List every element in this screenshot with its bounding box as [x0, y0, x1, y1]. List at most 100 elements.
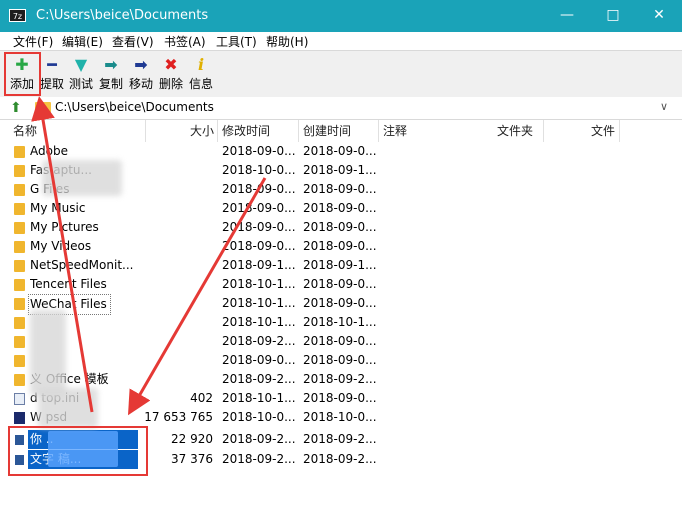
test-button[interactable]: ▼ 测试 — [67, 53, 95, 95]
info-label: 信息 — [188, 77, 213, 91]
info-button[interactable]: i 信息 — [187, 53, 215, 95]
close-button[interactable]: ✕ — [636, 0, 682, 32]
copy-arrow-icon: ➡ — [104, 55, 118, 74]
file-modified: 2018-10-1... — [222, 315, 296, 329]
list-item[interactable]: 2018-10-1... 2018-10-1... — [0, 313, 682, 332]
list-item[interactable]: Adobe 2018-09-0... 2018-09-0... — [0, 142, 682, 161]
extract-button[interactable]: ━ 提取 — [38, 53, 66, 95]
col-separator[interactable] — [543, 120, 544, 142]
info-icon: i — [197, 55, 205, 74]
file-name: My Videos — [30, 239, 92, 253]
address-bar: ⬆ C:\Users\beice\Documents ∨ — [0, 97, 682, 120]
delete-label: 删除 — [158, 77, 183, 91]
file-modified: 2018-10-1... — [222, 296, 296, 310]
folder-icon — [14, 203, 25, 215]
file-created: 2018-09-0... — [303, 277, 377, 291]
list-item[interactable]: NetSpeedMonit... 2018-09-1... 2018-09-1.… — [0, 256, 682, 275]
file-created: 2018-09-0... — [303, 201, 377, 215]
file-created: 2018-10-0... — [303, 410, 377, 424]
file-modified: 2018-09-0... — [222, 239, 296, 253]
minus-icon: ━ — [47, 55, 57, 74]
file-modified: 2018-09-0... — [222, 201, 296, 215]
file-modified: 2018-09-2... — [222, 452, 296, 466]
file-modified: 2018-09-0... — [222, 220, 296, 234]
menu-tools[interactable]: 工具(T) — [216, 33, 257, 50]
col-separator[interactable] — [145, 120, 146, 142]
col-folders[interactable]: 文件夹 — [497, 120, 533, 142]
file-created: 2018-09-0... — [303, 391, 377, 405]
list-item[interactable]: 2018-09-0... 2018-09-0... — [0, 351, 682, 370]
col-separator[interactable] — [619, 120, 620, 142]
list-item[interactable]: WeChat Files 2018-10-1... 2018-09-0... — [0, 294, 682, 315]
file-name: Adobe — [30, 144, 68, 158]
folder-icon — [14, 317, 25, 329]
file-modified: 2018-09-1... — [222, 258, 296, 272]
delete-icon: ✖ — [164, 55, 178, 74]
file-size: 402 — [190, 391, 213, 405]
chevron-down-icon[interactable]: ∨ — [660, 100, 668, 113]
col-created[interactable]: 创建时间 — [303, 120, 351, 142]
redaction-blur — [42, 160, 122, 196]
folder-icon — [14, 355, 25, 367]
col-separator[interactable] — [298, 120, 299, 142]
file-modified: 2018-10-1... — [222, 277, 296, 291]
move-label: 移动 — [128, 77, 153, 91]
file-modified: 2018-09-0... — [222, 182, 296, 196]
file-created: 2018-09-0... — [303, 220, 377, 234]
menu-edit[interactable]: 编辑(E) — [62, 33, 103, 50]
col-separator[interactable] — [378, 120, 379, 142]
col-comment[interactable]: 注释 — [383, 120, 407, 142]
list-item[interactable]: W psd 17 653 765 2018-10-0... 2018-10-0.… — [0, 408, 682, 427]
file-created: 2018-09-1... — [303, 258, 377, 272]
file-modified: 2018-09-2... — [222, 432, 296, 446]
file-name: My Pictures — [30, 220, 99, 234]
col-files[interactable]: 文件 — [591, 120, 615, 142]
file-modified: 2018-09-2... — [222, 334, 296, 348]
list-item[interactable]: My Pictures 2018-09-0... 2018-09-0... — [0, 218, 682, 237]
file-icon — [14, 393, 25, 405]
folder-icon — [14, 222, 25, 234]
file-modified: 2018-09-0... — [222, 353, 296, 367]
redaction-blur — [38, 388, 98, 428]
up-folder-icon[interactable]: ⬆ — [10, 100, 24, 116]
col-name[interactable]: 名称 — [13, 120, 37, 142]
copy-label: 复制 — [98, 77, 123, 91]
list-item[interactable]: My Videos 2018-09-0... 2018-09-0... — [0, 237, 682, 256]
list-item[interactable]: Tencent Files 2018-10-1... 2018-09-0... — [0, 275, 682, 294]
file-name: NetSpeedMonit... — [30, 258, 134, 272]
file-modified: 2018-10-0... — [222, 163, 296, 177]
file-created: 2018-09-0... — [303, 239, 377, 253]
folder-icon — [14, 184, 25, 196]
menu-file[interactable]: 文件(F) — [13, 33, 53, 50]
file-created: 2018-09-2... — [303, 432, 377, 446]
folder-icon — [14, 336, 25, 348]
check-icon: ▼ — [74, 55, 88, 74]
list-item[interactable]: My Music 2018-09-0... 2018-09-0... — [0, 199, 682, 218]
list-item[interactable]: 义 Office 模板 2018-09-2... 2018-09-2... — [0, 370, 682, 389]
col-separator[interactable] — [217, 120, 218, 142]
redaction-blur — [30, 310, 66, 396]
file-created: 2018-10-1... — [303, 315, 377, 329]
col-modified[interactable]: 修改时间 — [222, 120, 270, 142]
file-size: 37 376 — [171, 452, 213, 466]
list-item[interactable]: 2018-09-2... 2018-09-0... — [0, 332, 682, 351]
col-size[interactable]: 大小 — [190, 120, 214, 142]
menu-help[interactable]: 帮助(H) — [266, 33, 308, 50]
list-item[interactable]: d top.ini 402 2018-10-1... 2018-09-0... — [0, 389, 682, 408]
title-bar: 7z C:\Users\beice\Documents — □ ✕ — [0, 0, 682, 32]
minimize-button[interactable]: — — [544, 0, 590, 32]
menu-view[interactable]: 查看(V) — [112, 33, 154, 50]
file-created: 2018-09-2... — [303, 452, 377, 466]
file-size: 22 920 — [171, 432, 213, 446]
delete-button[interactable]: ✖ 删除 — [157, 53, 185, 95]
menu-bookmarks[interactable]: 书签(A) — [164, 33, 206, 50]
move-button[interactable]: ➡ 移动 — [127, 53, 155, 95]
file-modified: 2018-10-1... — [222, 391, 296, 405]
menu-bar: 文件(F) 编辑(E) 查看(V) 书签(A) 工具(T) 帮助(H) — [0, 32, 682, 50]
maximize-button[interactable]: □ — [590, 0, 636, 32]
address-path[interactable]: C:\Users\beice\Documents — [55, 100, 214, 114]
file-created: 2018-09-1... — [303, 163, 377, 177]
copy-button[interactable]: ➡ 复制 — [97, 53, 125, 95]
toolbar: ✚ 添加 ━ 提取 ▼ 测试 ➡ 复制 ➡ 移动 ✖ 删除 i 信息 — [0, 50, 682, 98]
file-modified: 2018-09-2... — [222, 372, 296, 386]
